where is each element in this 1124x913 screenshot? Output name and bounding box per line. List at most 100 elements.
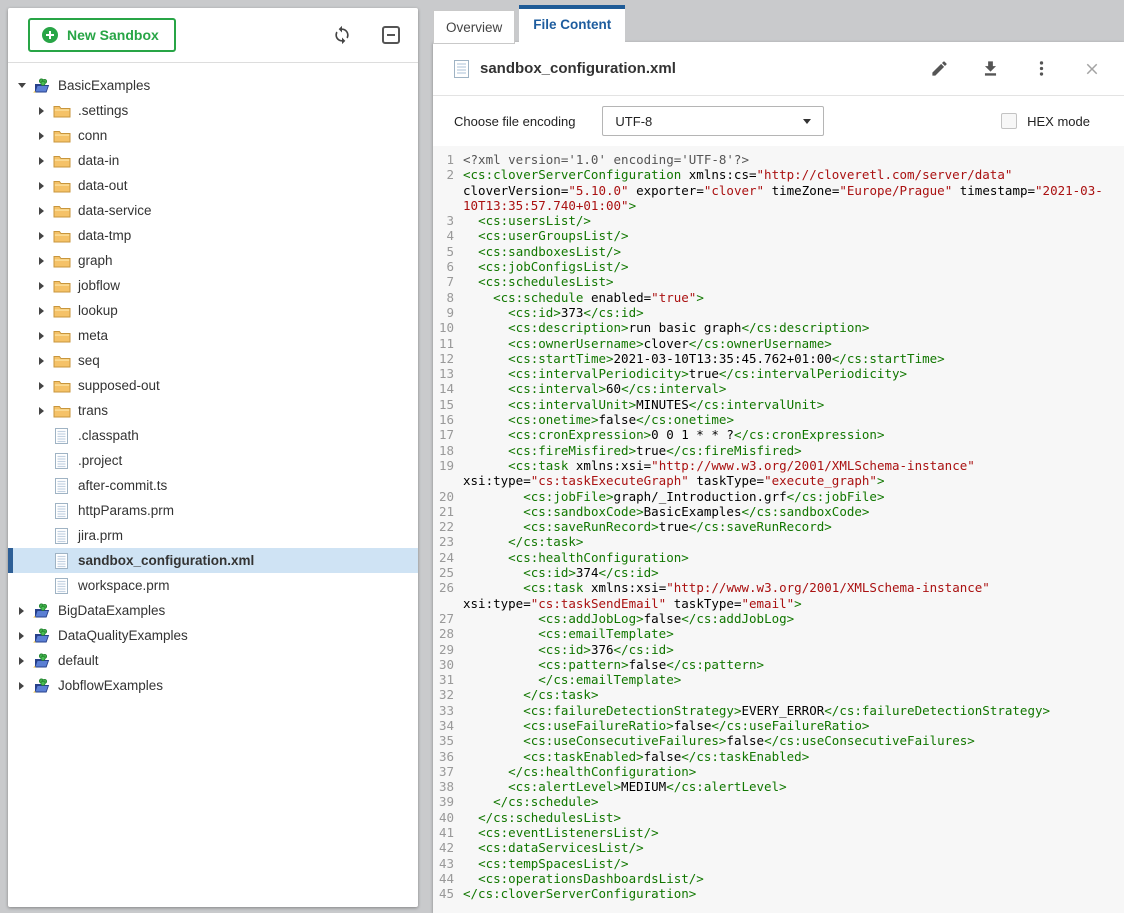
tab-file-content[interactable]: File Content <box>519 5 625 46</box>
chevron-right-icon[interactable] <box>17 607 32 615</box>
tree-item-label: trans <box>78 403 108 418</box>
folder-icon <box>52 129 71 143</box>
tab-overview[interactable]: Overview <box>433 10 515 44</box>
file-icon <box>52 528 71 544</box>
tree-item-project[interactable]: .project <box>8 448 418 473</box>
tree-item-default[interactable]: default <box>8 648 418 673</box>
code-text: <cs:emailTemplate> <box>463 626 1124 641</box>
chevron-right-icon[interactable] <box>17 657 32 665</box>
tree-item-label: conn <box>78 128 107 143</box>
tree-item-jobflow[interactable]: jobflow <box>8 273 418 298</box>
tree-item-data-tmp[interactable]: data-tmp <box>8 223 418 248</box>
chevron-right-icon[interactable] <box>37 207 52 215</box>
close-button[interactable] <box>1080 57 1104 81</box>
code-line: 32 </cs:task> <box>433 687 1124 702</box>
code-text: <cs:intervalPeriodicity>true</cs:interva… <box>463 366 1124 381</box>
chevron-right-icon[interactable] <box>37 107 52 115</box>
download-button[interactable] <box>978 56 1003 81</box>
code-line: 21 <cs:sandboxCode>BasicExamples</cs:san… <box>433 504 1124 519</box>
code-text: <cs:operationsDashboardsList/> <box>463 871 1124 886</box>
line-number: 18 <box>433 443 463 458</box>
line-number: 3 <box>433 213 463 228</box>
line-number: 1 <box>433 152 463 167</box>
code-text: <?xml version='1.0' encoding='UTF-8'?> <box>463 152 1124 167</box>
code-text: <cs:useConsecutiveFailures>false</cs:use… <box>463 733 1124 748</box>
encoding-row: Choose file encoding UTF-8 HEX mode <box>433 96 1124 146</box>
line-number: 43 <box>433 856 463 871</box>
tree-item-sandbox-configuration-xml[interactable]: sandbox_configuration.xml <box>8 548 418 573</box>
tree-item-graph[interactable]: graph <box>8 248 418 273</box>
line-number: 33 <box>433 703 463 718</box>
tree-item-data-service[interactable]: data-service <box>8 198 418 223</box>
tree-item-data-in[interactable]: data-in <box>8 148 418 173</box>
tree-item-jira-prm[interactable]: jira.prm <box>8 523 418 548</box>
code-text: <cs:sandboxesList/> <box>463 244 1124 259</box>
tree-item-conn[interactable]: conn <box>8 123 418 148</box>
code-text: <cs:task xmlns:xsi="http://www.w3.org/20… <box>463 580 1124 611</box>
tree-item-lookup[interactable]: lookup <box>8 298 418 323</box>
code-line: 33 <cs:failureDetectionStrategy>EVERY_ER… <box>433 703 1124 718</box>
chevron-right-icon[interactable] <box>37 132 52 140</box>
plus-circle-icon <box>42 27 58 43</box>
line-number: 20 <box>433 489 463 504</box>
line-number: 35 <box>433 733 463 748</box>
file-icon <box>52 578 71 594</box>
tree-item-trans[interactable]: trans <box>8 398 418 423</box>
tree-item-meta[interactable]: meta <box>8 323 418 348</box>
line-number: 5 <box>433 244 463 259</box>
chevron-right-icon[interactable] <box>37 157 52 165</box>
code-text: <cs:task xmlns:xsi="http://www.w3.org/20… <box>463 458 1124 489</box>
chevron-right-icon[interactable] <box>37 232 52 240</box>
line-number: 6 <box>433 259 463 274</box>
tree-item-after-commit-ts[interactable]: after-commit.ts <box>8 473 418 498</box>
chevron-right-icon[interactable] <box>37 182 52 190</box>
collapse-all-button[interactable] <box>380 24 402 46</box>
tree-item-bigdataexamples[interactable]: BigDataExamples <box>8 598 418 623</box>
tree-item-settings[interactable]: .settings <box>8 98 418 123</box>
new-sandbox-button[interactable]: New Sandbox <box>28 18 176 52</box>
code-text: </cs:emailTemplate> <box>463 672 1124 687</box>
code-text: </cs:cloverServerConfiguration> <box>463 886 1124 901</box>
chevron-right-icon[interactable] <box>37 257 52 265</box>
tree-item-httpparams-prm[interactable]: httpParams.prm <box>8 498 418 523</box>
tree-item-data-out[interactable]: data-out <box>8 173 418 198</box>
tree-item-label: BigDataExamples <box>58 603 165 618</box>
tree-item-seq[interactable]: seq <box>8 348 418 373</box>
chevron-right-icon[interactable] <box>37 282 52 290</box>
chevron-right-icon[interactable] <box>37 382 52 390</box>
code-text: <cs:failureDetectionStrategy>EVERY_ERROR… <box>463 703 1124 718</box>
code-line: 15 <cs:intervalUnit>MINUTES</cs:interval… <box>433 397 1124 412</box>
hex-mode-checkbox[interactable] <box>1001 113 1017 129</box>
line-number: 34 <box>433 718 463 733</box>
file-icon <box>52 428 71 444</box>
tree-item-basicexamples[interactable]: BasicExamples <box>8 73 418 98</box>
tree-item-dataqualityexamples[interactable]: DataQualityExamples <box>8 623 418 648</box>
code-line: 16 <cs:onetime>false</cs:onetime> <box>433 412 1124 427</box>
chevron-right-icon[interactable] <box>37 307 52 315</box>
chevron-right-icon[interactable] <box>37 357 52 365</box>
download-icon <box>981 59 1000 78</box>
chevron-right-icon[interactable] <box>17 682 32 690</box>
tree-item-label: supposed-out <box>78 378 160 393</box>
tree-item-classpath[interactable]: .classpath <box>8 423 418 448</box>
code-line: 39 </cs:schedule> <box>433 794 1124 809</box>
refresh-button[interactable] <box>330 23 354 47</box>
line-number: 30 <box>433 657 463 672</box>
encoding-select[interactable]: UTF-8 <box>602 106 824 136</box>
line-number: 7 <box>433 274 463 289</box>
chevron-right-icon[interactable] <box>37 332 52 340</box>
sandbox-icon <box>32 653 51 669</box>
tree-item-supposed-out[interactable]: supposed-out <box>8 373 418 398</box>
folder-icon <box>52 404 71 418</box>
line-number: 31 <box>433 672 463 687</box>
line-number: 17 <box>433 427 463 442</box>
tree-item-jobflowexamples[interactable]: JobflowExamples <box>8 673 418 698</box>
tree-item-workspace-prm[interactable]: workspace.prm <box>8 573 418 598</box>
chevron-down-icon[interactable] <box>17 83 32 88</box>
code-line: 43 <cs:tempSpacesList/> <box>433 856 1124 871</box>
more-actions-button[interactable] <box>1029 56 1054 81</box>
chevron-right-icon[interactable] <box>17 632 32 640</box>
close-icon <box>1083 60 1101 78</box>
chevron-right-icon[interactable] <box>37 407 52 415</box>
edit-button[interactable] <box>927 56 952 81</box>
